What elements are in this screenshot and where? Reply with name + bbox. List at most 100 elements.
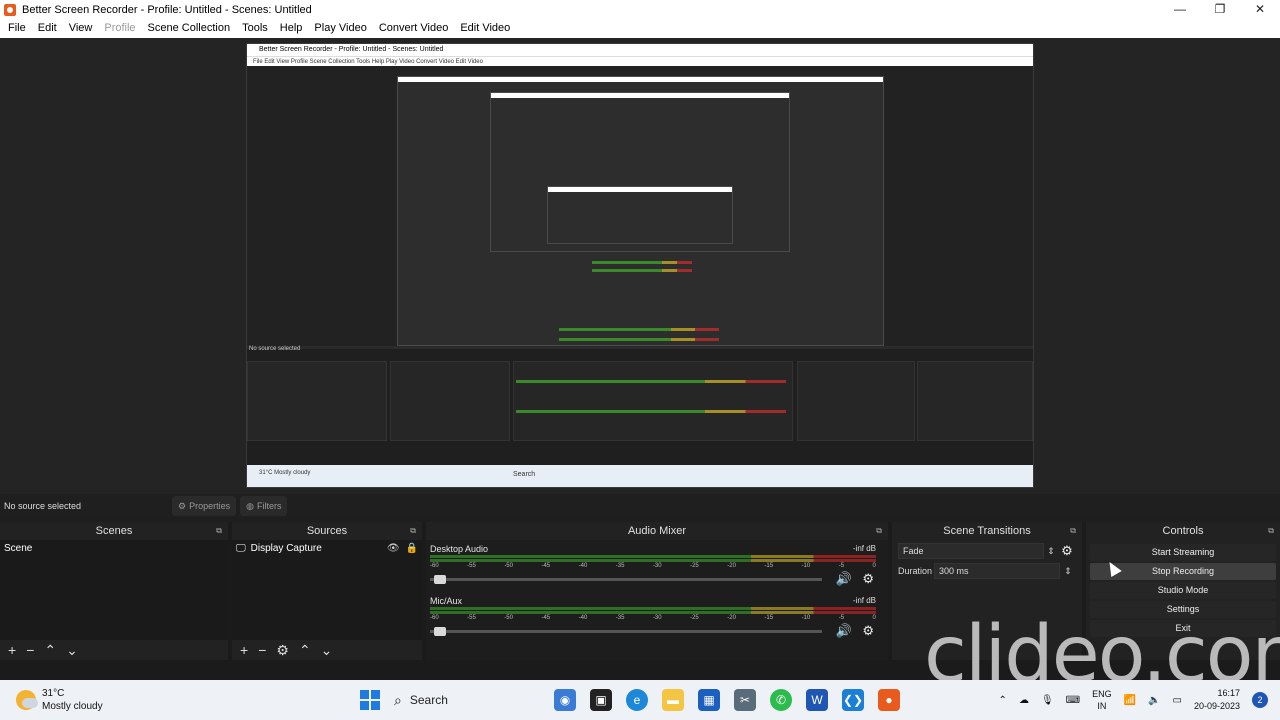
- undock-icon[interactable]: ⧉: [1070, 522, 1076, 540]
- volume-slider-track[interactable]: [430, 578, 822, 581]
- speaker-icon[interactable]: 🔊: [836, 623, 852, 639]
- lock-icon[interactable]: 🔒: [406, 543, 418, 554]
- menu-edit-video[interactable]: Edit Video: [454, 19, 516, 38]
- menu-scene-collection[interactable]: Scene Collection: [142, 19, 237, 38]
- windows-taskbar: 31°C Mostly cloudy ⌕ Search ◉ ▣ e ▬ ▦ ✂ …: [0, 680, 1280, 720]
- tick-label: -25: [690, 563, 699, 569]
- speaker-icon[interactable]: 🔊: [836, 571, 852, 587]
- close-button[interactable]: ✕: [1240, 0, 1280, 19]
- microphone-icon[interactable]: 🎙: [1041, 695, 1054, 706]
- sources-list: 🖵 Display Capture 👁 🔒: [232, 540, 422, 640]
- gear-icon[interactable]: ⚙: [1058, 543, 1076, 559]
- vscode-icon[interactable]: ❮❯: [842, 689, 864, 711]
- duration-row: Duration 300 ms ⇕: [898, 562, 1076, 580]
- gear-icon[interactable]: ⚙: [862, 571, 874, 587]
- studio-mode-button[interactable]: Studio Mode: [1090, 582, 1276, 599]
- undock-icon[interactable]: ⧉: [410, 522, 416, 540]
- filters-button[interactable]: ◍ Filters: [240, 496, 288, 516]
- add-source-button[interactable]: +: [240, 642, 248, 658]
- sources-panel: Sources ⧉ 🖵 Display Capture 👁 🔒 + − ⚙ ⌃ …: [232, 522, 422, 660]
- volume-icon[interactable]: 🔈: [1148, 695, 1160, 706]
- source-item[interactable]: 🖵 Display Capture 👁 🔒: [232, 540, 422, 557]
- tick-label: 0: [872, 563, 876, 569]
- menu-file[interactable]: File: [2, 19, 32, 38]
- transitions-header: Scene Transitions ⧉: [892, 522, 1082, 540]
- snipping-tool-icon[interactable]: ✂: [734, 689, 756, 711]
- remove-scene-button[interactable]: −: [26, 642, 34, 658]
- minimize-button[interactable]: —: [1160, 0, 1200, 19]
- file-explorer-icon[interactable]: ▬: [662, 689, 684, 711]
- tick-label: -60: [430, 615, 439, 621]
- scene-item[interactable]: Scene: [0, 540, 228, 557]
- tick-label: -15: [764, 615, 774, 621]
- volume-slider-handle[interactable]: [434, 627, 446, 636]
- date: 20-09-2023: [1193, 701, 1240, 711]
- undock-icon[interactable]: ⧉: [216, 522, 222, 540]
- weather-widget[interactable]: 31°C Mostly cloudy: [0, 687, 360, 713]
- language-indicator[interactable]: ENG IN: [1092, 688, 1112, 712]
- volume-slider-track[interactable]: [430, 630, 822, 633]
- taskbar-search[interactable]: ⌕ Search: [394, 686, 540, 714]
- wifi-icon[interactable]: 📶: [1124, 695, 1136, 706]
- properties-button[interactable]: ⚙ Properties: [172, 496, 237, 516]
- restore-button[interactable]: ❐: [1200, 0, 1240, 19]
- spin-arrows-icon[interactable]: ⇕: [1044, 546, 1058, 557]
- clock[interactable]: 16:17 20-09-2023: [1194, 687, 1240, 713]
- tick-label: -45: [541, 615, 551, 621]
- no-source-label: No source selected: [4, 501, 82, 511]
- tick-label: -55: [467, 615, 476, 621]
- nested-meter: [559, 328, 719, 331]
- keyboard-icon[interactable]: ⌨: [1066, 695, 1080, 706]
- copilot-icon[interactable]: ◉: [554, 689, 576, 711]
- sources-footer: + − ⚙ ⌃ ⌄: [232, 640, 422, 660]
- scenes-header: Scenes ⧉: [0, 522, 228, 540]
- whatsapp-icon[interactable]: ✆: [770, 689, 792, 711]
- windows-start-icon[interactable]: [360, 690, 380, 710]
- menu-help[interactable]: Help: [274, 19, 309, 38]
- edge-browser-icon[interactable]: e: [626, 689, 648, 711]
- start-streaming-button[interactable]: Start Streaming: [1090, 544, 1276, 561]
- captured-search: Search: [513, 471, 536, 478]
- captured-scenes: [247, 361, 387, 441]
- move-up-button[interactable]: ⌃: [44, 642, 56, 659]
- captured-weather: 31°C Mostly cloudy: [259, 470, 311, 476]
- notifications-icon[interactable]: 2: [1252, 692, 1268, 708]
- undock-icon[interactable]: ⧉: [876, 522, 882, 540]
- add-scene-button[interactable]: +: [8, 642, 16, 658]
- menu-convert-video[interactable]: Convert Video: [373, 19, 455, 38]
- duration-input[interactable]: 300 ms: [934, 563, 1060, 579]
- menu-view[interactable]: View: [63, 19, 99, 38]
- menu-play-video[interactable]: Play Video: [308, 19, 372, 38]
- duration-stepper-icon[interactable]: ⇕: [1060, 566, 1076, 577]
- volume-slider-handle[interactable]: [434, 575, 446, 584]
- transition-select[interactable]: Fade: [898, 543, 1044, 559]
- menu-profile[interactable]: Profile: [98, 19, 141, 38]
- move-down-button[interactable]: ⌄: [321, 642, 333, 659]
- menu-edit[interactable]: Edit: [32, 19, 63, 38]
- move-up-button[interactable]: ⌃: [299, 642, 311, 659]
- scenes-title: Scenes: [95, 525, 133, 537]
- store-icon[interactable]: ▦: [698, 689, 720, 711]
- remove-source-button[interactable]: −: [258, 642, 266, 658]
- move-down-button[interactable]: ⌄: [66, 642, 78, 659]
- language-code: ENG: [1092, 689, 1112, 699]
- cloud-icon[interactable]: ☁: [1019, 695, 1029, 706]
- task-view-icon[interactable]: ▣: [590, 689, 612, 711]
- word-icon[interactable]: W: [806, 689, 828, 711]
- undock-icon[interactable]: ⧉: [1268, 522, 1274, 540]
- chevron-up-icon[interactable]: ⌃: [999, 695, 1007, 706]
- transitions-title: Scene Transitions: [943, 525, 1031, 537]
- tick-label: -35: [615, 563, 625, 569]
- eye-icon[interactable]: 👁: [387, 543, 400, 554]
- nested-meter: [516, 410, 786, 413]
- gear-icon[interactable]: ⚙: [862, 623, 874, 639]
- menu-tools[interactable]: Tools: [236, 19, 274, 38]
- tick-label: -5: [838, 563, 845, 569]
- battery-icon[interactable]: ▭: [1173, 695, 1182, 706]
- search-label: Search: [409, 693, 448, 707]
- source-settings-button[interactable]: ⚙: [276, 642, 289, 659]
- screen-recorder-app-icon[interactable]: ●: [878, 689, 900, 711]
- mixer-title: Audio Mixer: [627, 525, 687, 537]
- preview-canvas[interactable]: Better Screen Recorder - Profile: Untitl…: [0, 38, 1280, 494]
- menu-bar: File Edit View Profile Scene Collection …: [0, 19, 1280, 38]
